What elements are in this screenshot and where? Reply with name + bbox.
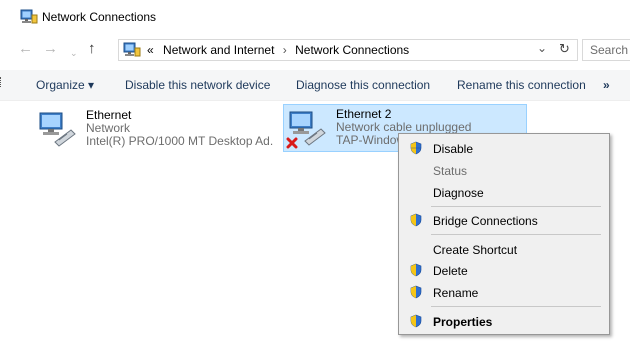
connection-status: Network cable unplugged xyxy=(336,120,472,134)
recent-locations-chevron-icon[interactable]: ⌄ xyxy=(70,44,78,62)
network-connections-icon xyxy=(20,9,38,24)
forward-arrow-icon[interactable]: → xyxy=(43,40,58,58)
connection-item-ethernet[interactable]: Ethernet Network Intel(R) PRO/1000 MT De… xyxy=(34,106,274,152)
back-arrow-icon[interactable]: ← xyxy=(18,40,33,58)
uac-shield-icon xyxy=(410,213,422,227)
more-commands-icon[interactable]: » xyxy=(603,78,610,92)
menu-item-create-shortcut[interactable]: Create Shortcut xyxy=(401,238,607,260)
menu-item-bridge-connections[interactable]: Bridge Connections xyxy=(401,209,607,231)
connection-name: Ethernet 2 xyxy=(336,107,392,121)
breadcrumb-overflow[interactable]: « xyxy=(147,43,154,57)
menu-item-status[interactable]: Status xyxy=(401,159,607,181)
uac-shield-icon xyxy=(410,314,422,328)
menu-item-label: Properties xyxy=(433,315,493,329)
menu-separator xyxy=(431,206,601,207)
control-panel-icon xyxy=(123,42,141,57)
connection-device: Intel(R) PRO/1000 MT Desktop Ad... xyxy=(86,134,274,148)
menu-separator xyxy=(431,306,601,307)
search-input[interactable]: Search N xyxy=(582,39,630,61)
title-bar: Network Connections xyxy=(0,0,630,34)
pane-edge-divider xyxy=(0,77,3,87)
menu-item-label: Bridge Connections xyxy=(433,214,538,228)
breadcrumb-separator-icon[interactable]: › xyxy=(283,43,287,57)
disconnected-x-icon xyxy=(286,137,298,149)
menu-item-label: Disable xyxy=(433,142,474,156)
organize-menu-button[interactable]: Organize ▾ xyxy=(36,78,94,92)
menu-item-label: Rename xyxy=(433,286,479,300)
menu-item-label: Create Shortcut xyxy=(433,243,518,257)
connection-name: Ethernet xyxy=(86,108,132,122)
menu-item-label: Diagnose xyxy=(433,186,484,200)
menu-item-properties[interactable]: Properties xyxy=(401,310,607,332)
breadcrumb: « Network and Internet › Network Connect… xyxy=(147,43,409,57)
menu-separator xyxy=(431,234,601,235)
command-bar: Organize ▾ Disable this network device D… xyxy=(0,70,630,101)
uac-shield-icon xyxy=(410,285,422,299)
search-placeholder: Search N xyxy=(590,43,630,57)
uac-shield-icon xyxy=(410,263,422,277)
context-menu: Disable Status Diagnose Bridge Connectio… xyxy=(398,133,610,335)
menu-item-diagnose[interactable]: Diagnose xyxy=(401,181,607,203)
network-adapter-icon xyxy=(39,112,76,147)
uac-shield-icon xyxy=(410,141,422,155)
menu-item-rename[interactable]: Rename xyxy=(401,281,607,303)
address-dropdown-icon[interactable]: ⌄ xyxy=(537,41,547,55)
disable-device-button[interactable]: Disable this network device xyxy=(125,78,270,92)
refresh-icon[interactable]: ↻ xyxy=(559,41,570,57)
up-arrow-icon[interactable]: ↑ xyxy=(88,40,96,58)
menu-item-label: Delete xyxy=(433,264,468,278)
diagnose-connection-button[interactable]: Diagnose this connection xyxy=(296,78,430,92)
address-row: ← → ⌄ ↑ « Network and Internet › Network… xyxy=(0,36,630,64)
menu-item-disable[interactable]: Disable xyxy=(401,137,607,159)
breadcrumb-network-connections[interactable]: Network Connections xyxy=(295,43,409,57)
menu-item-delete[interactable]: Delete xyxy=(401,259,607,281)
rename-connection-button[interactable]: Rename this connection xyxy=(457,78,586,92)
window-title: Network Connections xyxy=(42,10,157,24)
menu-item-label: Status xyxy=(433,164,468,178)
connection-status: Network xyxy=(86,121,131,135)
breadcrumb-network-and-internet[interactable]: Network and Internet xyxy=(163,43,274,57)
address-bar[interactable]: « Network and Internet › Network Connect… xyxy=(118,39,578,61)
